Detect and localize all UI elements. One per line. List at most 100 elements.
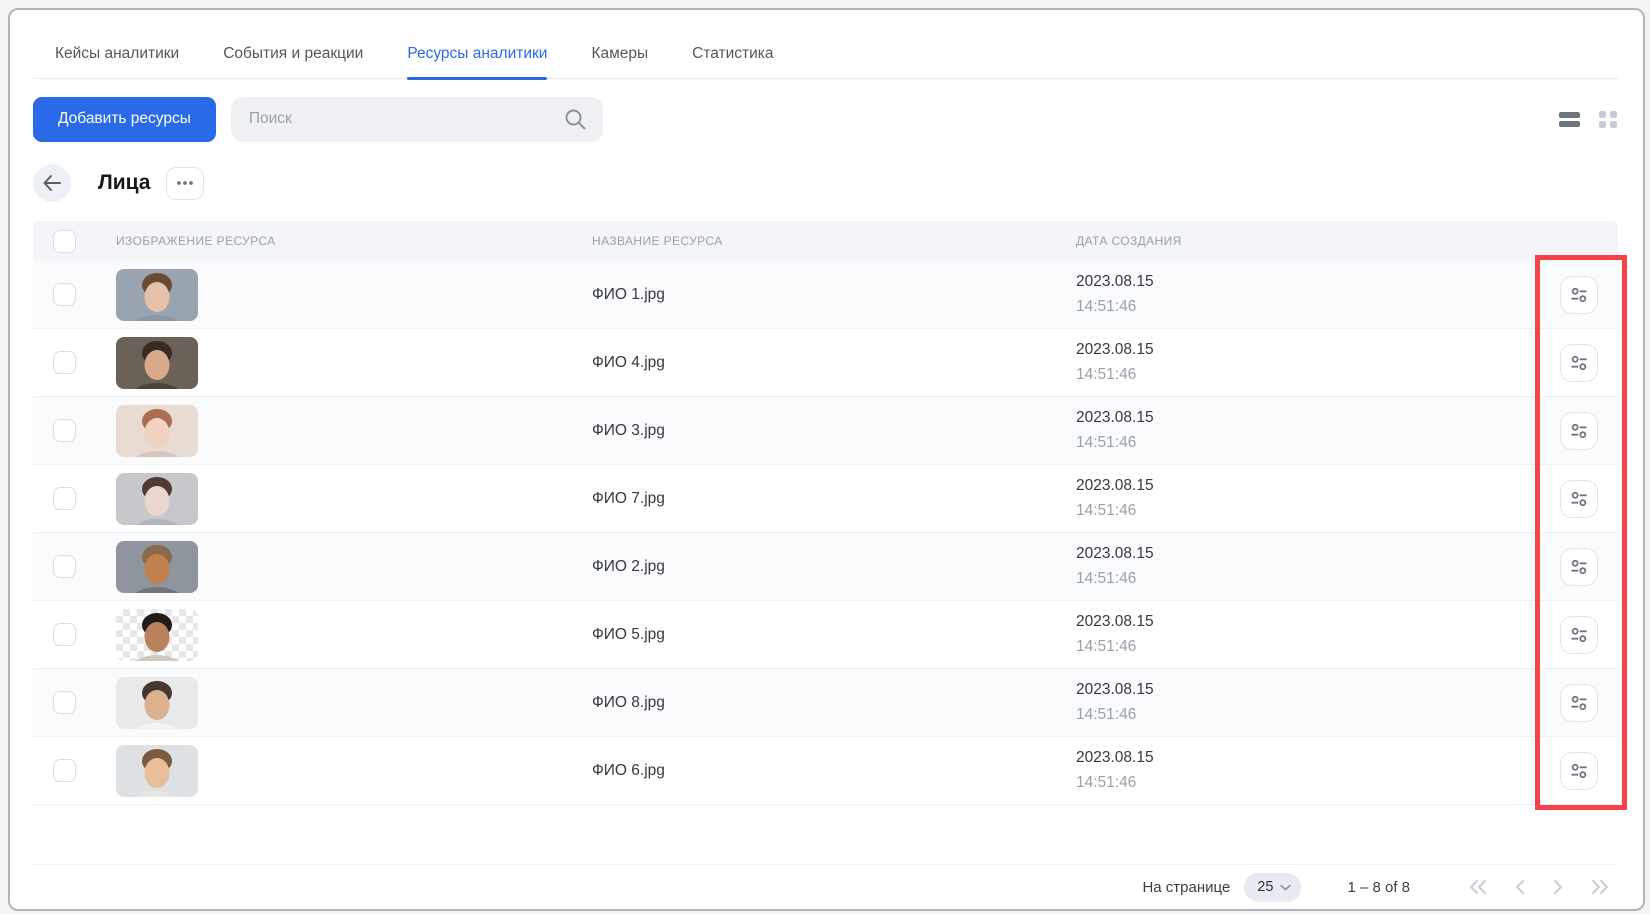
- grid-view-icon[interactable]: [1598, 109, 1618, 129]
- created-time: 14:51:46: [1076, 703, 1483, 727]
- table-row[interactable]: ФИО 6.jpg 2023.08.15 14:51:46: [33, 737, 1618, 805]
- created-time: 14:51:46: [1076, 635, 1483, 659]
- tab-2[interactable]: События и реакции: [223, 30, 363, 78]
- created-date: 2023.08.15: [1076, 406, 1483, 430]
- column-header-image: ИЗОБРАЖЕНИЕ РЕСУРСА: [95, 234, 592, 248]
- created-cell: 2023.08.15 14:51:46: [1076, 610, 1483, 658]
- resource-name: ФИО 1.jpg: [592, 286, 1076, 304]
- created-time: 14:51:46: [1076, 499, 1483, 523]
- row-settings-button[interactable]: [1560, 276, 1598, 314]
- first-page-icon[interactable]: [1468, 879, 1488, 895]
- created-date: 2023.08.15: [1076, 270, 1483, 294]
- table-row[interactable]: ФИО 8.jpg 2023.08.15 14:51:46: [33, 669, 1618, 737]
- resource-name: ФИО 8.jpg: [592, 694, 1076, 712]
- arrow-left-icon: [42, 174, 62, 192]
- back-button[interactable]: [33, 164, 71, 202]
- table-row[interactable]: ФИО 2.jpg 2023.08.15 14:51:46: [33, 533, 1618, 601]
- add-resources-button[interactable]: Добавить ресурсы: [33, 97, 216, 142]
- column-header-date: ДАТА СОЗДАНИЯ: [1076, 234, 1483, 248]
- page-title: Лица: [98, 171, 151, 195]
- resource-thumbnail[interactable]: [116, 337, 198, 389]
- created-time: 14:51:46: [1076, 431, 1483, 455]
- created-date: 2023.08.15: [1076, 746, 1483, 770]
- select-all-checkbox[interactable]: [53, 230, 76, 253]
- tab-4[interactable]: Камеры: [591, 30, 648, 78]
- table-row[interactable]: ФИО 4.jpg 2023.08.15 14:51:46: [33, 329, 1618, 397]
- per-page-label: На странице: [1142, 879, 1230, 896]
- search-icon[interactable]: [564, 108, 587, 136]
- row-settings-button[interactable]: [1560, 480, 1598, 518]
- row-settings-button[interactable]: [1560, 752, 1598, 790]
- row-settings-button[interactable]: [1560, 548, 1598, 586]
- pager-nav: [1468, 879, 1610, 895]
- app-window: Кейсы аналитики События и реакции Ресурс…: [8, 8, 1645, 911]
- created-cell: 2023.08.15 14:51:46: [1076, 406, 1483, 454]
- created-date: 2023.08.15: [1076, 474, 1483, 498]
- table-header-row: ИЗОБРАЖЕНИЕ РЕСУРСА НАЗВАНИЕ РЕСУРСА ДАТ…: [33, 221, 1618, 261]
- resource-thumbnail[interactable]: [116, 269, 198, 321]
- prev-page-icon[interactable]: [1514, 879, 1526, 895]
- row-settings-button[interactable]: [1560, 412, 1598, 450]
- table-row[interactable]: ФИО 3.jpg 2023.08.15 14:51:46: [33, 397, 1618, 465]
- row-settings-button[interactable]: [1560, 684, 1598, 722]
- column-header-name: НАЗВАНИЕ РЕСУРСА: [592, 234, 1076, 248]
- tab-label: Ресурсы аналитики: [407, 45, 547, 63]
- row-checkbox[interactable]: [53, 283, 76, 306]
- resource-name: ФИО 6.jpg: [592, 762, 1076, 780]
- row-checkbox[interactable]: [53, 555, 76, 578]
- tab-label: Кейсы аналитики: [55, 45, 179, 63]
- pagination-bar: На странице 25 1 – 8 of 8: [33, 864, 1618, 909]
- tab-label: Статистика: [692, 45, 773, 63]
- more-actions-button[interactable]: [166, 167, 204, 200]
- table-row[interactable]: ФИО 5.jpg 2023.08.15 14:51:46: [33, 601, 1618, 669]
- row-settings-button[interactable]: [1560, 344, 1598, 382]
- toolbar: Добавить ресурсы: [33, 96, 1618, 142]
- created-time: 14:51:46: [1076, 363, 1483, 387]
- row-settings-button[interactable]: [1560, 616, 1598, 654]
- row-checkbox[interactable]: [53, 759, 76, 782]
- created-date: 2023.08.15: [1076, 338, 1483, 362]
- view-toggles: [1559, 109, 1618, 129]
- row-checkbox[interactable]: [53, 419, 76, 442]
- created-cell: 2023.08.15 14:51:46: [1076, 746, 1483, 794]
- resource-name: ФИО 3.jpg: [592, 422, 1076, 440]
- table-row[interactable]: ФИО 7.jpg 2023.08.15 14:51:46: [33, 465, 1618, 533]
- row-checkbox[interactable]: [53, 691, 76, 714]
- settings-sliders-icon: [1569, 557, 1589, 577]
- settings-sliders-icon: [1569, 421, 1589, 441]
- table-body: ФИО 1.jpg 2023.08.15 14:51:46: [33, 261, 1618, 805]
- row-checkbox[interactable]: [53, 623, 76, 646]
- per-page-value: 25: [1257, 879, 1273, 895]
- resources-table: ИЗОБРАЖЕНИЕ РЕСУРСА НАЗВАНИЕ РЕСУРСА ДАТ…: [33, 221, 1618, 805]
- resource-thumbnail[interactable]: [116, 473, 198, 525]
- created-time: 14:51:46: [1076, 567, 1483, 591]
- pagination-range: 1 – 8 of 8: [1347, 879, 1410, 896]
- row-checkbox[interactable]: [53, 351, 76, 374]
- resource-thumbnail[interactable]: [116, 609, 198, 661]
- settings-sliders-icon: [1569, 489, 1589, 509]
- search-input[interactable]: [231, 97, 603, 142]
- resource-thumbnail[interactable]: [116, 541, 198, 593]
- tab-label: Камеры: [591, 45, 648, 63]
- created-date: 2023.08.15: [1076, 542, 1483, 566]
- resource-thumbnail[interactable]: [116, 745, 198, 797]
- resource-thumbnail[interactable]: [116, 405, 198, 457]
- table-row[interactable]: ФИО 1.jpg 2023.08.15 14:51:46: [33, 261, 1618, 329]
- search-box: [231, 97, 603, 142]
- settings-sliders-icon: [1569, 285, 1589, 305]
- row-checkbox[interactable]: [53, 487, 76, 510]
- resource-thumbnail[interactable]: [116, 677, 198, 729]
- tab-1[interactable]: Кейсы аналитики: [55, 30, 179, 78]
- list-view-icon[interactable]: [1559, 109, 1580, 129]
- last-page-icon[interactable]: [1590, 879, 1610, 895]
- settings-sliders-icon: [1569, 761, 1589, 781]
- per-page-select[interactable]: 25: [1244, 873, 1301, 902]
- created-time: 14:51:46: [1076, 295, 1483, 319]
- created-cell: 2023.08.15 14:51:46: [1076, 270, 1483, 318]
- tab-5[interactable]: Статистика: [692, 30, 773, 78]
- tab-bar: Кейсы аналитики События и реакции Ресурс…: [33, 30, 1618, 79]
- next-page-icon[interactable]: [1552, 879, 1564, 895]
- settings-sliders-icon: [1569, 625, 1589, 645]
- resource-name: ФИО 5.jpg: [592, 626, 1076, 644]
- tab-3[interactable]: Ресурсы аналитики: [407, 30, 547, 78]
